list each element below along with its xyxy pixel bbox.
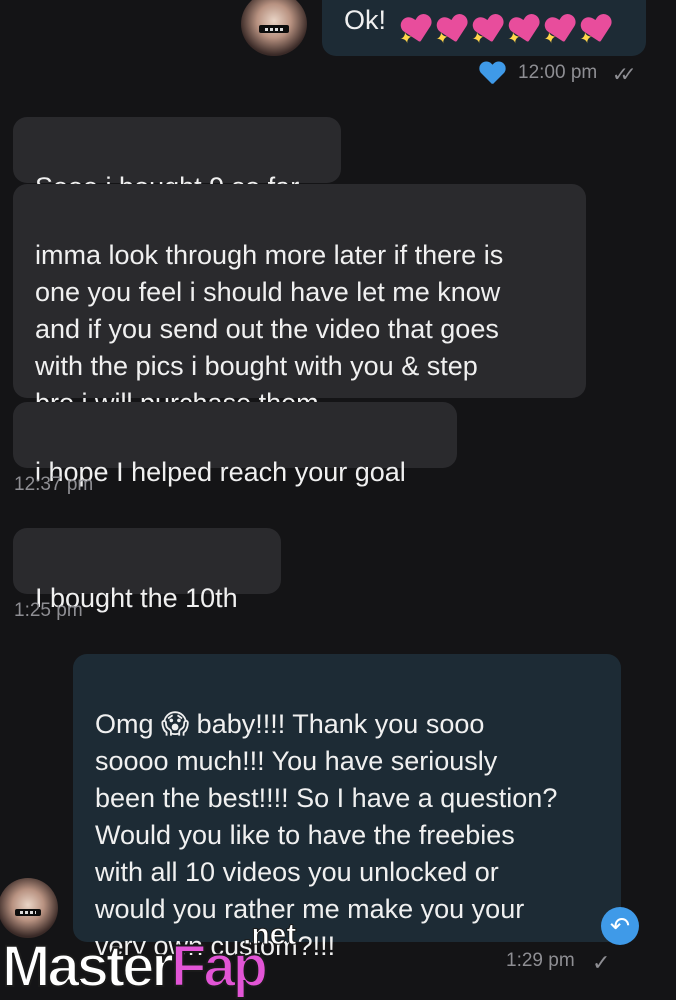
incoming-message[interactable]: I bought the 10th [13,528,281,613]
message-text: Omg [95,709,162,739]
sender-avatar-top[interactable] [241,0,307,56]
watermark-part2: Fap [170,934,269,999]
sparkle-heart-icon: ✦ [398,13,434,48]
watermark-part1: Master [1,934,175,999]
message-time: 12:00 pm [518,62,598,83]
incoming-message[interactable]: Sooo i bought 9 so far [13,117,341,202]
incoming-message[interactable]: i hope I helped reach your goal [13,402,457,487]
outgoing-message-top[interactable]: Ok! ✦ ✦ ✦ ✦ ✦ ✦ [322,0,646,56]
sparkle-heart-icon: ✦ [506,13,542,48]
message-text: imma look through more later if there is… [35,240,504,418]
message-text: Ok! [344,5,387,35]
outgoing-message[interactable]: Omg 😱 baby!!!! Thank you sooo soooo much… [73,654,621,961]
sparkle-heart-icon: ✦ [470,13,506,48]
single-check-icon: ✓ [592,950,611,975]
sparkle-heart-icon: ✦ [434,13,470,48]
watermark-logo: MasterFap [1,937,269,997]
incoming-message[interactable]: imma look through more later if there is… [13,184,586,418]
message-text: baby!!!! Thank you sooo soooo much!!! Yo… [95,709,558,961]
blue-heart-icon[interactable] [479,62,505,86]
screaming-face-emoji-icon: 😱 [161,709,190,739]
sender-avatar-bottom[interactable] [0,878,58,938]
message-time: 12:37 pm [14,474,94,495]
double-check-icon: ✓✓ [612,64,636,86]
chat-screen: Ok! ✦ ✦ ✦ ✦ ✦ ✦ 12:00 pm ✓✓ Sooo i bough… [0,0,676,1000]
message-time: 1:29 pm [506,950,575,971]
sparkle-heart-emojis: ✦ ✦ ✦ ✦ ✦ ✦ [398,13,614,48]
sparkle-heart-icon: ✦ [578,13,614,48]
sparkle-heart-icon: ✦ [542,13,578,48]
reply-icon[interactable]: ↶ [601,907,639,945]
message-time: 1:25 pm [14,600,83,621]
